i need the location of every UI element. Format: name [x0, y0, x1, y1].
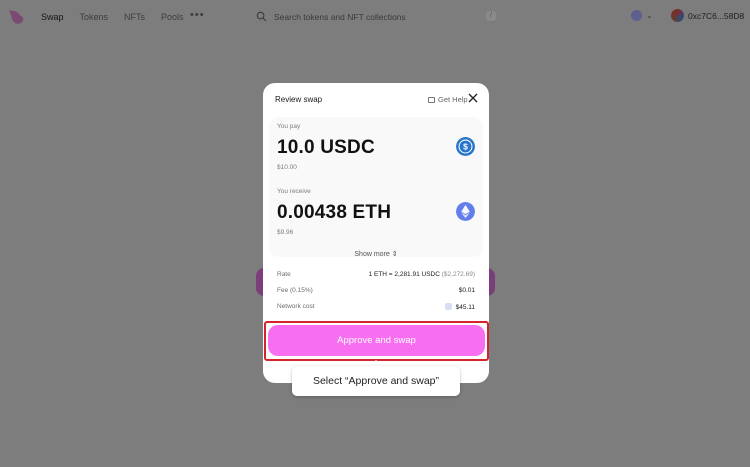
get-help-link[interactable]: Get Help [428, 95, 468, 104]
search-icon [256, 11, 267, 22]
nav-tokens[interactable]: Tokens [80, 12, 109, 22]
main-nav: Swap Tokens NFTs Pools [41, 12, 184, 22]
receive-fiat-value: $9.96 [277, 229, 294, 236]
modal-header: Review swap Get Help [275, 93, 478, 109]
approve-and-swap-button[interactable]: Approve and swap [268, 325, 485, 356]
rate-row: Rate 1 ETH = 2,281.91 USDC ($2,272.69) [277, 271, 475, 281]
you-pay-label: You pay [277, 123, 301, 130]
ethereum-network-icon [444, 303, 452, 310]
pay-fiat-value: $10.00 [277, 164, 297, 171]
nav-nfts[interactable]: NFTs [124, 12, 145, 22]
rate-text: 1 ETH = 2,281.91 USDC [368, 271, 440, 278]
fee-value: $0.01 [458, 287, 475, 294]
more-menu-icon[interactable]: ••• [190, 9, 205, 21]
chevron-down-icon: ⌄ [646, 11, 653, 20]
network-cost-amount: $45.11 [455, 304, 475, 311]
modal-title: Review swap [275, 95, 323, 104]
search-bar[interactable]: Search tokens and NFT collections / [252, 6, 502, 27]
get-help-label: Get Help [438, 95, 468, 104]
search-placeholder: Search tokens and NFT collections [274, 11, 406, 22]
account-button[interactable]: 0xc7C6...58D8 [671, 9, 744, 22]
svg-text:$: $ [463, 142, 468, 152]
ethereum-network-icon [631, 10, 642, 21]
account-address: 0xc7C6...58D8 [688, 10, 745, 21]
uniswap-logo-icon[interactable] [6, 8, 26, 26]
rate-label: Rate [277, 271, 291, 278]
nav-swap[interactable]: Swap [41, 12, 64, 22]
network-cost-row: Network cost $45.11 [277, 303, 475, 313]
search-shortcut-badge: / [486, 11, 496, 21]
usdc-icon: $ [456, 137, 475, 156]
rate-fiat: ($2,272.69) [441, 271, 475, 278]
nav-pools[interactable]: Pools [161, 12, 184, 22]
avatar [671, 9, 684, 22]
network-cost-label: Network cost [277, 303, 315, 310]
network-selector[interactable]: ⌄ [631, 10, 653, 21]
fee-row: Fee (0.15%) $0.01 [277, 287, 475, 297]
show-more-toggle[interactable]: Show more ⇕ [263, 250, 489, 258]
eth-icon [456, 202, 475, 221]
pay-amount: 10.0 USDC [277, 137, 375, 158]
receive-amount: 0.00438 ETH [277, 202, 392, 223]
rate-value: 1 ETH = 2,281.91 USDC ($2,272.69) [369, 271, 475, 278]
top-navigation-bar: Swap Tokens NFTs Pools ••• Search tokens… [0, 0, 750, 34]
close-icon[interactable] [468, 93, 478, 103]
swap-summary-card: You pay 10.0 USDC $10.00 $ You receive 0… [269, 117, 483, 257]
fee-label: Fee (0.15%) [277, 287, 313, 294]
help-chat-icon [428, 96, 435, 103]
you-receive-label: You receive [277, 188, 311, 195]
network-cost-value: $45.11 [444, 303, 475, 311]
instruction-tooltip: Select “Approve and swap” [292, 366, 460, 396]
